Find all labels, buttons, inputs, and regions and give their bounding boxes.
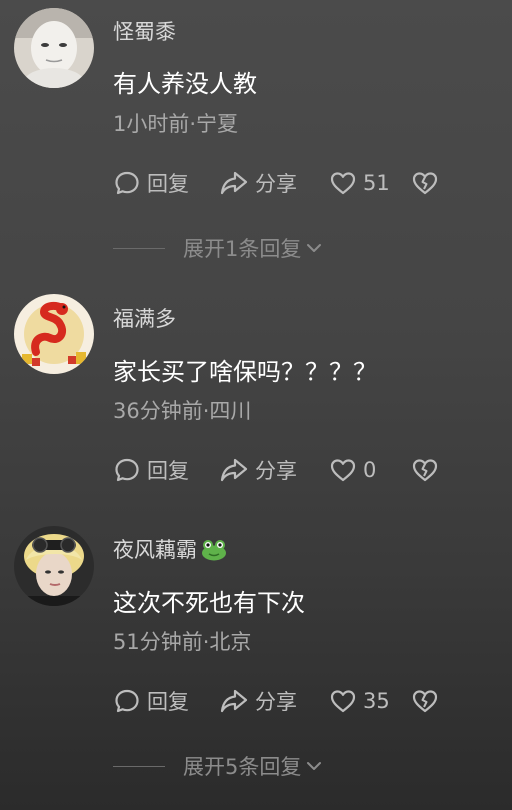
like-button[interactable]: 51: [329, 168, 390, 198]
share-button[interactable]: 分享: [219, 168, 297, 198]
share-arrow-icon: [219, 169, 249, 197]
like-count: 35: [363, 689, 390, 713]
broken-heart-icon: [411, 169, 439, 197]
comment-text: 这次不死也有下次: [113, 589, 305, 617]
expand-replies-label: 展开1条回复: [183, 237, 302, 261]
expand-replies-button[interactable]: 展开1条回复: [113, 233, 323, 263]
broken-heart-icon: [411, 456, 439, 484]
dislike-button[interactable]: [411, 455, 439, 485]
username-text: 夜风藕霸: [113, 538, 197, 562]
reply-button[interactable]: 回复: [113, 168, 189, 198]
like-count: 0: [363, 458, 377, 482]
dislike-button[interactable]: [411, 168, 439, 198]
expand-replies-button[interactable]: 展开5条回复: [113, 751, 323, 781]
comment-actions: 回复 分享 0: [113, 455, 473, 485]
avatar[interactable]: [14, 294, 94, 374]
comment-actions: 回复 分享 35: [113, 686, 473, 716]
heart-icon: [329, 456, 357, 484]
like-button[interactable]: 35: [329, 686, 390, 716]
share-arrow-icon: [219, 687, 249, 715]
chevron-down-icon: [301, 754, 323, 778]
divider-line: [113, 247, 165, 249]
chat-bubble-icon: [113, 456, 141, 484]
expand-replies-label: 展开5条回复: [183, 755, 302, 779]
share-label: 分享: [255, 172, 297, 196]
reply-label: 回复: [147, 172, 189, 196]
reply-label: 回复: [147, 690, 189, 714]
reply-button[interactable]: 回复: [113, 686, 189, 716]
share-button[interactable]: 分享: [219, 686, 297, 716]
username[interactable]: 夜风藕霸: [113, 534, 227, 566]
chevron-down-icon: [301, 236, 323, 260]
share-label: 分享: [255, 459, 297, 483]
share-button[interactable]: 分享: [219, 455, 297, 485]
chat-bubble-icon: [113, 687, 141, 715]
reply-button[interactable]: 回复: [113, 455, 189, 485]
broken-heart-icon: [411, 687, 439, 715]
avatar[interactable]: [14, 526, 94, 606]
divider-line: [113, 765, 165, 767]
like-button[interactable]: 0: [329, 455, 376, 485]
heart-icon: [329, 169, 357, 197]
share-label: 分享: [255, 690, 297, 714]
reply-label: 回复: [147, 459, 189, 483]
comment-actions: 回复 分享 51: [113, 168, 473, 198]
username[interactable]: 福满多: [113, 303, 176, 333]
chat-bubble-icon: [113, 169, 141, 197]
avatar[interactable]: [14, 8, 94, 88]
like-count: 51: [363, 171, 390, 195]
comment-meta: 51分钟前·北京: [113, 630, 252, 654]
share-arrow-icon: [219, 456, 249, 484]
comment-text: 有人养没人教: [113, 70, 257, 98]
frog-emoji-icon: [201, 539, 227, 566]
comment-meta: 36分钟前·四川: [113, 399, 252, 423]
heart-icon: [329, 687, 357, 715]
comment-text: 家长买了啥保吗？？？？: [113, 358, 377, 386]
dislike-button[interactable]: [411, 686, 439, 716]
comment-meta: 1小时前·宁夏: [113, 112, 239, 136]
username[interactable]: 怪蜀黍: [113, 16, 176, 46]
